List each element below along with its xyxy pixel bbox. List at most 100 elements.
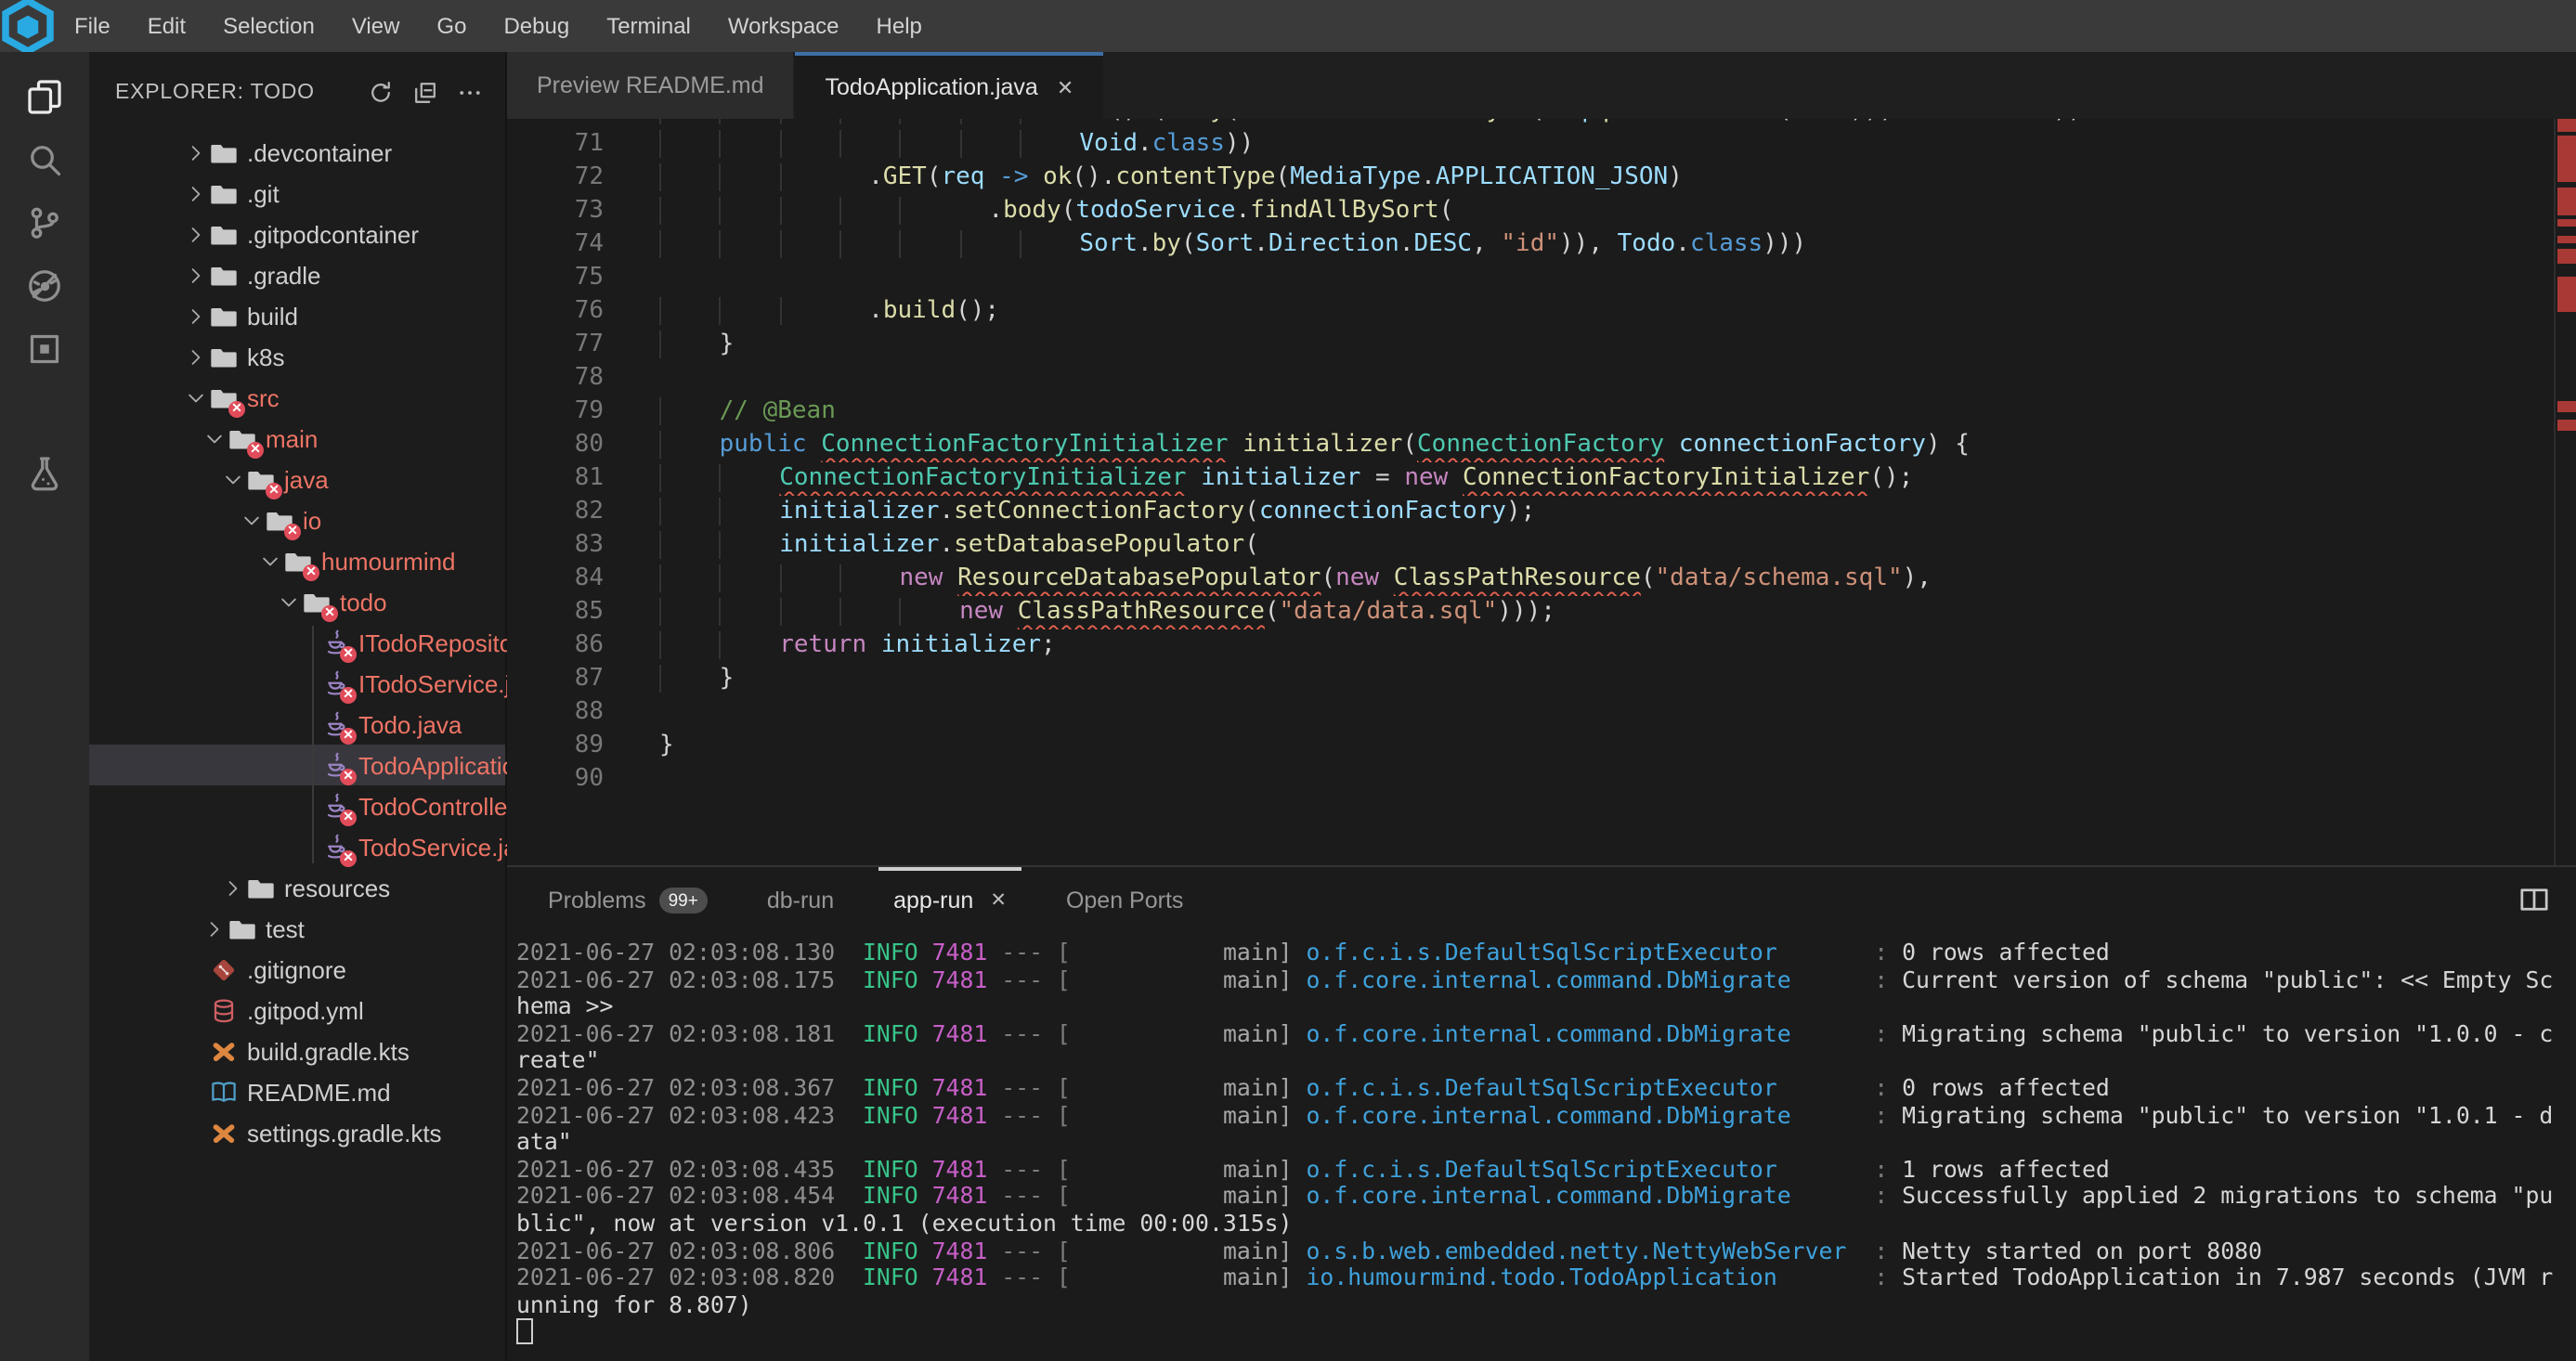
tree-item--git[interactable]: .git	[89, 173, 505, 214]
line-number: 90	[507, 763, 633, 797]
tree-item--gitpod-yml[interactable]: .gitpod.yml	[89, 990, 505, 1030]
code-line-79: 79 // @Bean	[507, 395, 2576, 429]
editor-tab-preview-readme-md[interactable]: Preview README.md	[507, 52, 794, 119]
chevron-down-icon[interactable]	[182, 384, 208, 410]
menu-help[interactable]: Help	[858, 13, 941, 39]
menu-edit[interactable]: Edit	[129, 13, 204, 39]
menu-selection[interactable]: Selection	[204, 13, 333, 39]
chevron-right-icon[interactable]	[182, 221, 208, 247]
tree-item-itodoservice-java[interactable]: ✕ITodoService.java	[89, 663, 505, 704]
gitpod-logo-icon[interactable]	[0, 0, 56, 52]
terminal-output[interactable]: 2021-06-27 02:03:08.130 INFO 7481 --- [ …	[507, 934, 2576, 1361]
editor-tab-todoapplication-java[interactable]: TodoApplication.java ✕	[796, 52, 1104, 119]
menu-view[interactable]: View	[333, 13, 419, 39]
code-line-78: 78	[507, 362, 2576, 395]
error-ruler-mark	[2557, 401, 2576, 412]
error-badge: ✕	[340, 810, 357, 826]
chevron-right-icon[interactable]	[182, 343, 208, 369]
tree-item--gitignore[interactable]: .gitignore	[89, 949, 505, 990]
chevron-down-icon[interactable]	[219, 466, 245, 492]
panel-tab-db-run[interactable]: db-run	[737, 867, 864, 934]
tree-item-build-gradle-kts[interactable]: build.gradle.kts	[89, 1030, 505, 1071]
tree-item--gradle[interactable]: .gradle	[89, 254, 505, 295]
tree-item--devcontainer[interactable]: .devcontainer	[89, 132, 505, 173]
chevron-down-icon[interactable]	[256, 548, 282, 574]
error-badge: ✕	[228, 401, 245, 418]
chevron-right-icon[interactable]	[182, 262, 208, 288]
menu-workspace[interactable]: Workspace	[709, 13, 858, 39]
editor-group: Preview README.md TodoApplication.java ✕ 7…	[507, 52, 2576, 1361]
tree-item-resources[interactable]: resources	[89, 867, 505, 908]
code-line-76: 76 .build();	[507, 295, 2576, 329]
tree-item-todo-java[interactable]: ✕Todo.java	[89, 704, 505, 745]
tree-item-java[interactable]: ✕java	[89, 459, 505, 499]
folder-icon: ✕	[227, 423, 256, 453]
tree-item-todoservice-java[interactable]: ✕TodoService.java	[89, 826, 505, 867]
split-panel-icon[interactable]	[2518, 884, 2550, 921]
error-badge: ✕	[303, 564, 319, 581]
tree-item-label: .git	[247, 179, 280, 207]
java-file-icon: ✕	[319, 750, 349, 780]
chevron-down-icon[interactable]	[201, 425, 227, 451]
close-tab-icon[interactable]: ✕	[990, 889, 1007, 912]
tree-item-humourmind[interactable]: ✕humourmind	[89, 540, 505, 581]
tree-item-src[interactable]: ✕src	[89, 377, 505, 418]
tree-item--gitpodcontainer[interactable]: .gitpodcontainer	[89, 214, 505, 254]
folder-icon: ✕	[301, 587, 331, 616]
chevron-right-icon[interactable]	[182, 180, 208, 206]
chevron-down-icon[interactable]	[275, 589, 301, 615]
files-icon[interactable]	[0, 65, 89, 128]
tree-item-label: resources	[284, 874, 390, 901]
tree-item-main[interactable]: ✕main	[89, 418, 505, 459]
tree-item-todocontroller-java[interactable]: ✕TodoController.java	[89, 785, 505, 826]
menu-terminal[interactable]: Terminal	[588, 13, 709, 39]
menu-go[interactable]: Go	[418, 13, 485, 39]
panel-tab-problems[interactable]: Problems99+	[518, 867, 737, 934]
menu-file[interactable]: File	[56, 13, 129, 39]
refresh-icon[interactable]	[364, 76, 397, 110]
more-actions-icon[interactable]	[453, 76, 487, 110]
debug-icon[interactable]	[0, 254, 89, 318]
tree-item-build[interactable]: build	[89, 295, 505, 336]
code-line-88: 88	[507, 696, 2576, 730]
tree-item-test[interactable]: test	[89, 908, 505, 949]
tree-item-readme-md[interactable]: README.md	[89, 1071, 505, 1112]
chevron-down-icon[interactable]	[238, 507, 264, 533]
tree-item-k8s[interactable]: k8s	[89, 336, 505, 377]
panel-tab-open-ports[interactable]: Open Ports	[1036, 867, 1213, 934]
collapse-all-icon[interactable]	[409, 76, 442, 110]
yml-file-icon	[208, 995, 238, 1025]
line-number: 81	[507, 462, 633, 496]
code-line-83: 83 initializer.setDatabasePopulator(	[507, 529, 2576, 563]
code-editor[interactable]: 70 ok().(body(todoService.findById(req.p…	[507, 119, 2576, 865]
line-number: 85	[507, 596, 633, 629]
tree-item-label: .gradle	[247, 261, 321, 289]
editor-tab-bar: Preview README.md TodoApplication.java ✕	[507, 52, 2576, 119]
menu-debug[interactable]: Debug	[485, 13, 588, 39]
tree-item-label: Todo.java	[358, 710, 462, 738]
tree-item-io[interactable]: ✕io	[89, 499, 505, 540]
code-line-74: 74 Sort.by(Sort.Direction.DESC, "id")), …	[507, 228, 2576, 262]
tab-label: Problems	[548, 888, 646, 914]
flask-icon[interactable]	[0, 442, 89, 505]
tree-indent-guide	[312, 626, 314, 863]
source-control-icon[interactable]	[0, 191, 89, 254]
tab-label: TodoApplication.java	[826, 74, 1038, 100]
tree-item-settings-gradle-kts[interactable]: settings.gradle.kts	[89, 1112, 505, 1153]
tree-item-label: build	[247, 302, 298, 330]
chevron-right-icon[interactable]	[182, 303, 208, 329]
tree-item-todoapplication-java[interactable]: ✕TodoApplication.java	[89, 745, 505, 785]
panel-tab-app-run[interactable]: app-run✕	[864, 867, 1036, 934]
tree-item-todo[interactable]: ✕todo	[89, 581, 505, 622]
menubar-items: FileEditSelectionViewGoDebugTerminalWork…	[56, 13, 941, 39]
close-tab-icon[interactable]: ✕	[1057, 75, 1073, 99]
plugins-icon[interactable]	[0, 318, 89, 381]
search-icon[interactable]	[0, 128, 89, 191]
line-number: 84	[507, 563, 633, 596]
chevron-right-icon[interactable]	[201, 915, 227, 941]
chevron-right-icon[interactable]	[182, 139, 208, 165]
chevron-right-icon[interactable]	[219, 875, 245, 901]
tree-item-label: settings.gradle.kts	[247, 1119, 442, 1147]
tree-item-itodorepository-java[interactable]: ✕ITodoRepository.java	[89, 622, 505, 663]
line-number: 89	[507, 730, 633, 763]
